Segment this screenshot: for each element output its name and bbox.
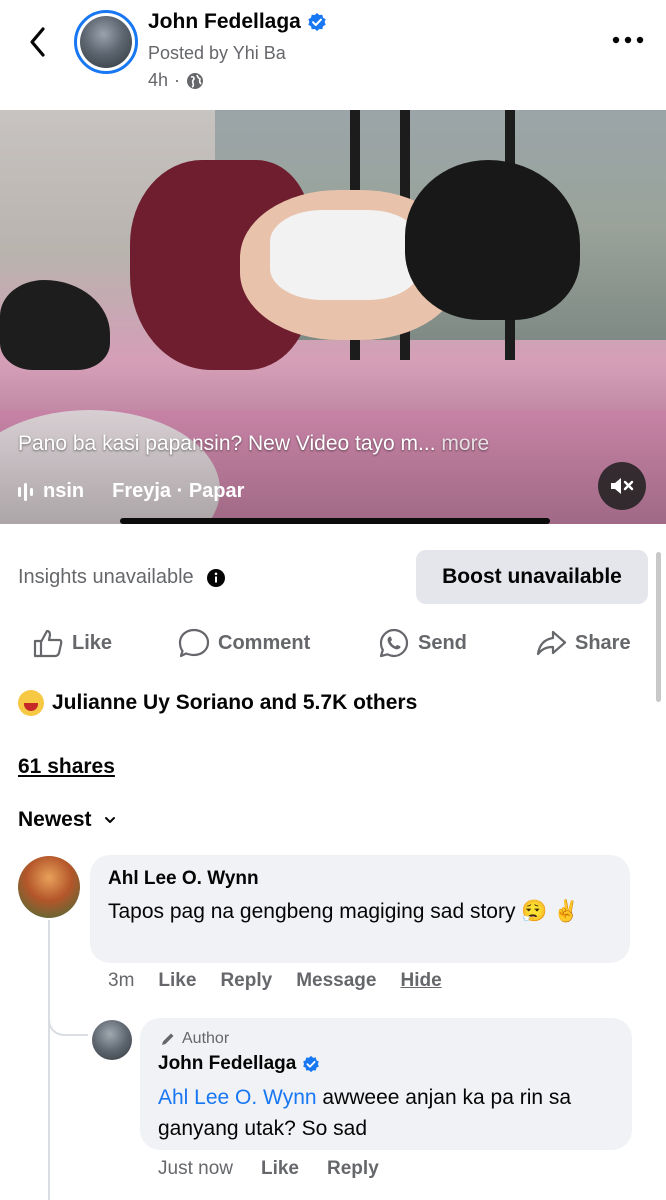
reactions-summary[interactable]: Julianne Uy Soriano and 5.7K others (18, 690, 417, 716)
comment-reply-button[interactable]: Reply (220, 970, 272, 992)
post-time: 4h (148, 70, 169, 90)
reply-like-button[interactable]: Like (261, 1158, 299, 1180)
sort-label: Newest (18, 808, 92, 831)
thread-line (48, 920, 50, 1200)
comment-actions: 3m Like Reply Message Hide (108, 970, 442, 992)
chevron-down-icon (104, 817, 115, 823)
video-progress-bar[interactable] (120, 518, 550, 524)
globe-icon[interactable] (186, 72, 204, 90)
audio-wave-icon (18, 482, 33, 501)
reply-reply-button[interactable]: Reply (327, 1158, 379, 1180)
thread-connector (48, 1000, 88, 1036)
reactions-text: Julianne Uy Soriano and 5.7K others (52, 691, 418, 714)
author-name[interactable]: John Fedellaga (148, 10, 301, 34)
whatsapp-icon (379, 628, 409, 658)
audio-attribution[interactable]: nsin Freyja · Papar (18, 480, 244, 503)
like-label: Like (72, 631, 113, 654)
thumbs-up-icon (33, 629, 63, 658)
comment-like-button[interactable]: Like (158, 970, 196, 992)
video-player[interactable]: Pano ba kasi papansin? New Video tayo m.… (0, 110, 666, 524)
author-name-row[interactable]: John Fedellaga (148, 10, 327, 34)
caption-more-link[interactable]: more (441, 432, 489, 455)
insights-row: Insights unavailable (18, 566, 226, 589)
caption-text: Pano ba kasi papansin? New Video tayo m.… (18, 432, 436, 455)
more-options-button[interactable] (608, 28, 648, 52)
shoe (0, 280, 110, 370)
author-avatar[interactable] (74, 10, 138, 74)
post-actions-bar: Like Comment Send Share (0, 622, 666, 664)
scrollbar[interactable] (656, 552, 661, 702)
author-badge: Author (160, 1030, 229, 1048)
pen-icon (162, 1033, 174, 1045)
commenter-avatar[interactable] (18, 856, 80, 918)
reply-actions: Just now Like Reply (158, 1158, 379, 1180)
reply-author-avatar[interactable] (92, 1020, 132, 1060)
verified-badge-icon (308, 13, 326, 31)
boost-button[interactable]: Boost unavailable (416, 550, 648, 604)
commenter-name[interactable]: Ahl Lee O. Wynn (108, 868, 259, 890)
audio-artist: Freyja · Papar (112, 480, 245, 502)
reply-name-row[interactable]: John Fedellaga (158, 1053, 320, 1075)
share-arrow-icon (536, 630, 567, 656)
reply-time: Just now (158, 1158, 233, 1179)
insights-label: Insights unavailable (18, 566, 194, 588)
shares-link[interactable]: 61 shares (18, 755, 115, 779)
info-icon[interactable] (206, 568, 226, 588)
post-meta: 4h · (148, 70, 204, 91)
reply-author-name[interactable]: John Fedellaga (158, 1053, 296, 1075)
comment-message-button[interactable]: Message (296, 970, 376, 992)
posted-by: Posted by Yhi Ba (148, 43, 286, 63)
send-button[interactable]: Send (378, 622, 467, 664)
verified-badge-icon (303, 1055, 320, 1073)
mute-button[interactable] (598, 462, 646, 510)
comment-label: Comment (218, 631, 311, 654)
comment-button[interactable]: Comment (178, 622, 310, 664)
video-caption[interactable]: Pano ba kasi papansin? New Video tayo m.… (18, 432, 489, 456)
send-label: Send (418, 631, 467, 654)
haha-reaction-icon (18, 690, 44, 716)
share-button[interactable]: Share (535, 622, 631, 664)
comment-sort-dropdown[interactable]: Newest (18, 808, 116, 832)
chevron-left-icon (30, 27, 45, 57)
reply-mention[interactable]: Ahl Lee O. Wynn (158, 1086, 317, 1109)
person-top (270, 210, 420, 300)
comment-hide-button[interactable]: Hide (400, 970, 441, 992)
back-button[interactable] (22, 24, 52, 60)
meta-separator: · (174, 70, 181, 90)
comment-time: 3m (108, 970, 135, 991)
comment-bubble-icon (178, 628, 210, 658)
audio-track: nsin (43, 480, 85, 502)
comment-text: Tapos pag na gengbeng magiging sad story… (108, 900, 580, 923)
more-horizontal-icon (612, 36, 644, 44)
reply-text: Ahl Lee O. Wynn awweee anjan ka pa rin s… (158, 1082, 618, 1144)
volume-muted-icon (611, 478, 634, 494)
like-button[interactable]: Like (32, 622, 112, 664)
share-label: Share (575, 631, 631, 654)
author-badge-label: Author (182, 1030, 230, 1047)
